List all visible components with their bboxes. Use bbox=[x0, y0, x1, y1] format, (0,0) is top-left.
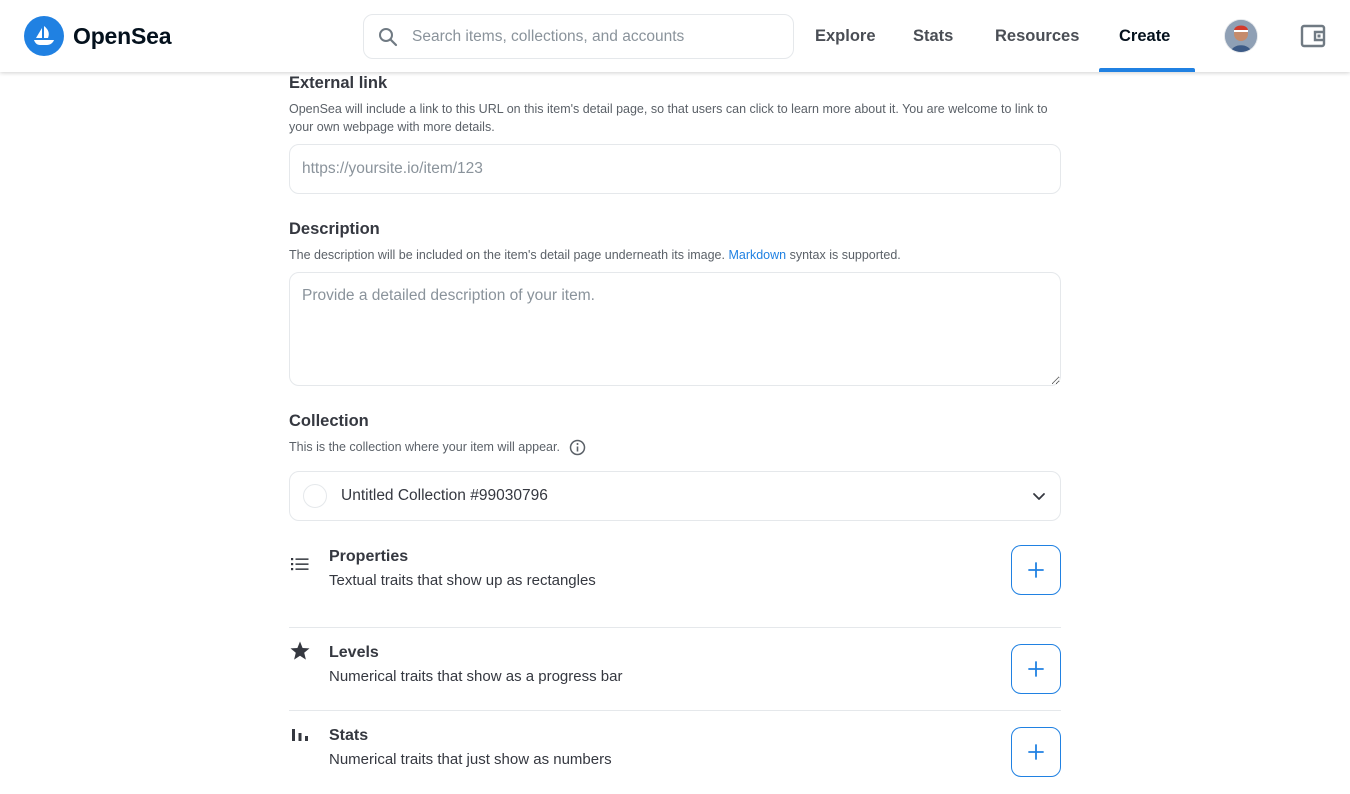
add-stats-button[interactable] bbox=[1011, 727, 1061, 777]
traits-section: Properties Textual traits that show up a… bbox=[289, 545, 1061, 794]
brand-name: OpenSea bbox=[73, 22, 172, 49]
nav-create[interactable]: Create bbox=[1119, 0, 1170, 72]
plus-icon bbox=[1028, 562, 1044, 578]
collection-caption: This is the collection where your item w… bbox=[289, 440, 560, 454]
plus-icon bbox=[1028, 744, 1044, 760]
top-nav-bar: OpenSea Explore Stats Resources Create bbox=[0, 0, 1350, 72]
nav-explore[interactable]: Explore bbox=[815, 0, 876, 72]
chevron-down-icon bbox=[1032, 489, 1046, 503]
description-textarea[interactable] bbox=[289, 272, 1061, 386]
external-link-label: External link bbox=[289, 74, 388, 92]
add-properties-button[interactable] bbox=[1011, 545, 1061, 595]
description-caption-text: The description will be included on the … bbox=[289, 248, 729, 262]
trait-title: Stats bbox=[329, 727, 369, 744]
search-icon bbox=[377, 26, 399, 48]
list-icon bbox=[289, 553, 311, 575]
info-icon[interactable] bbox=[569, 439, 586, 456]
description-label: Description bbox=[289, 220, 380, 238]
trait-title: Properties bbox=[329, 548, 409, 565]
wallet-icon[interactable] bbox=[1299, 22, 1327, 50]
star-icon bbox=[289, 640, 311, 662]
trait-row-properties: Properties Textual traits that show up a… bbox=[289, 545, 1061, 628]
trait-description: Numerical traits that show as a progress… bbox=[329, 668, 623, 685]
add-levels-button[interactable] bbox=[1011, 644, 1061, 694]
trait-title: Levels bbox=[329, 644, 379, 661]
external-link-input[interactable] bbox=[289, 144, 1061, 194]
collection-avatar-placeholder bbox=[303, 484, 327, 508]
profile-avatar[interactable] bbox=[1225, 20, 1257, 52]
trait-row-stats: Stats Numerical traits that just show as… bbox=[289, 711, 1061, 794]
bar-chart-icon bbox=[289, 723, 311, 745]
selected-collection: Untitled Collection #99030796 bbox=[341, 487, 548, 504]
active-tab-indicator bbox=[1099, 68, 1195, 72]
external-link-caption: OpenSea will include a link to this URL … bbox=[289, 102, 1048, 134]
trait-row-levels: Levels Numerical traits that show as a p… bbox=[289, 628, 1061, 711]
nav-resources[interactable]: Resources bbox=[995, 0, 1079, 72]
trait-description: Numerical traits that just show as numbe… bbox=[329, 751, 612, 768]
nav-stats[interactable]: Stats bbox=[913, 0, 953, 72]
trait-description: Textual traits that show up as rectangle… bbox=[329, 572, 596, 589]
collection-dropdown[interactable]: Untitled Collection #99030796 bbox=[289, 471, 1061, 521]
opensea-logo-icon bbox=[24, 16, 64, 56]
collection-label: Collection bbox=[289, 412, 369, 430]
description-caption: The description will be included on the … bbox=[289, 246, 1061, 264]
plus-icon bbox=[1028, 661, 1044, 677]
description-caption-suffix: syntax is supported. bbox=[786, 248, 901, 262]
collection-caption-row: This is the collection where your item w… bbox=[289, 438, 586, 456]
opensea-logo-link[interactable]: OpenSea bbox=[24, 16, 172, 56]
search-input[interactable] bbox=[410, 26, 780, 47]
search-bar[interactable] bbox=[363, 14, 794, 59]
markdown-link[interactable]: Markdown bbox=[728, 248, 786, 262]
